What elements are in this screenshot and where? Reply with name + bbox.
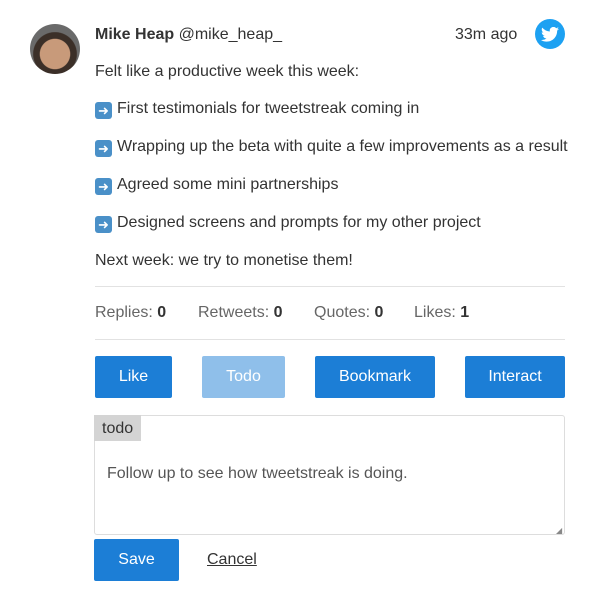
label: Quotes: xyxy=(314,304,371,321)
resize-handle-icon[interactable]: ◢ xyxy=(556,526,562,535)
stat-quotes: Quotes: 0 xyxy=(314,304,383,322)
stat-retweets: Retweets: 0 xyxy=(198,304,283,322)
author: Mike Heap @mike_heap_ xyxy=(95,26,282,44)
note-text[interactable]: Follow up to see how tweetstreak is doin… xyxy=(107,465,408,483)
value: 1 xyxy=(460,304,470,321)
cancel-link[interactable]: Cancel xyxy=(207,551,257,569)
right-arrow-icon: ➜ xyxy=(95,178,112,195)
divider xyxy=(95,339,565,340)
line-text: First testimonials for tweetstreak comin… xyxy=(117,100,420,117)
tweet-line: ➜ First testimonials for tweetstreak comi… xyxy=(95,100,419,119)
line-text: Designed screens and prompts for my othe… xyxy=(117,214,481,231)
stat-likes: Likes: 1 xyxy=(414,304,469,322)
stat-replies: Replies: 0 xyxy=(95,304,166,322)
tweet-line: ➜ Designed screens and prompts for my oth… xyxy=(95,214,481,233)
divider xyxy=(95,286,565,287)
save-button[interactable]: Save xyxy=(94,539,179,581)
interact-button[interactable]: Interact xyxy=(465,356,565,398)
value: 0 xyxy=(273,304,283,321)
tweet-line: Next week: we try to monetise them! xyxy=(95,252,353,269)
label: Retweets: xyxy=(198,304,270,321)
tweet-line: ➜ Agreed some mini partnerships xyxy=(95,176,338,195)
avatar xyxy=(30,24,80,74)
value: 0 xyxy=(374,304,384,321)
todo-button[interactable]: Todo xyxy=(202,356,285,398)
tweet-line: ➜ Wrapping up the beta with quite a few i… xyxy=(95,138,568,157)
note-tag: todo xyxy=(94,415,141,441)
tweet-line: Felt like a productive week this week: xyxy=(95,63,360,80)
label: Replies: xyxy=(95,304,153,321)
like-button[interactable]: Like xyxy=(95,356,172,398)
bookmark-button[interactable]: Bookmark xyxy=(315,356,435,398)
right-arrow-icon: ➜ xyxy=(95,216,112,233)
right-arrow-icon: ➜ xyxy=(95,102,112,119)
author-name: Mike Heap xyxy=(95,26,175,43)
twitter-bird-icon[interactable] xyxy=(535,19,565,49)
timestamp: 33m ago xyxy=(455,26,518,43)
line-text: Agreed some mini partnerships xyxy=(117,176,339,193)
author-handle: @mike_heap_ xyxy=(178,26,283,43)
value: 0 xyxy=(157,304,167,321)
right-arrow-icon: ➜ xyxy=(95,140,112,157)
line-text: Wrapping up the beta with quite a few im… xyxy=(117,138,568,155)
label: Likes: xyxy=(414,304,456,321)
